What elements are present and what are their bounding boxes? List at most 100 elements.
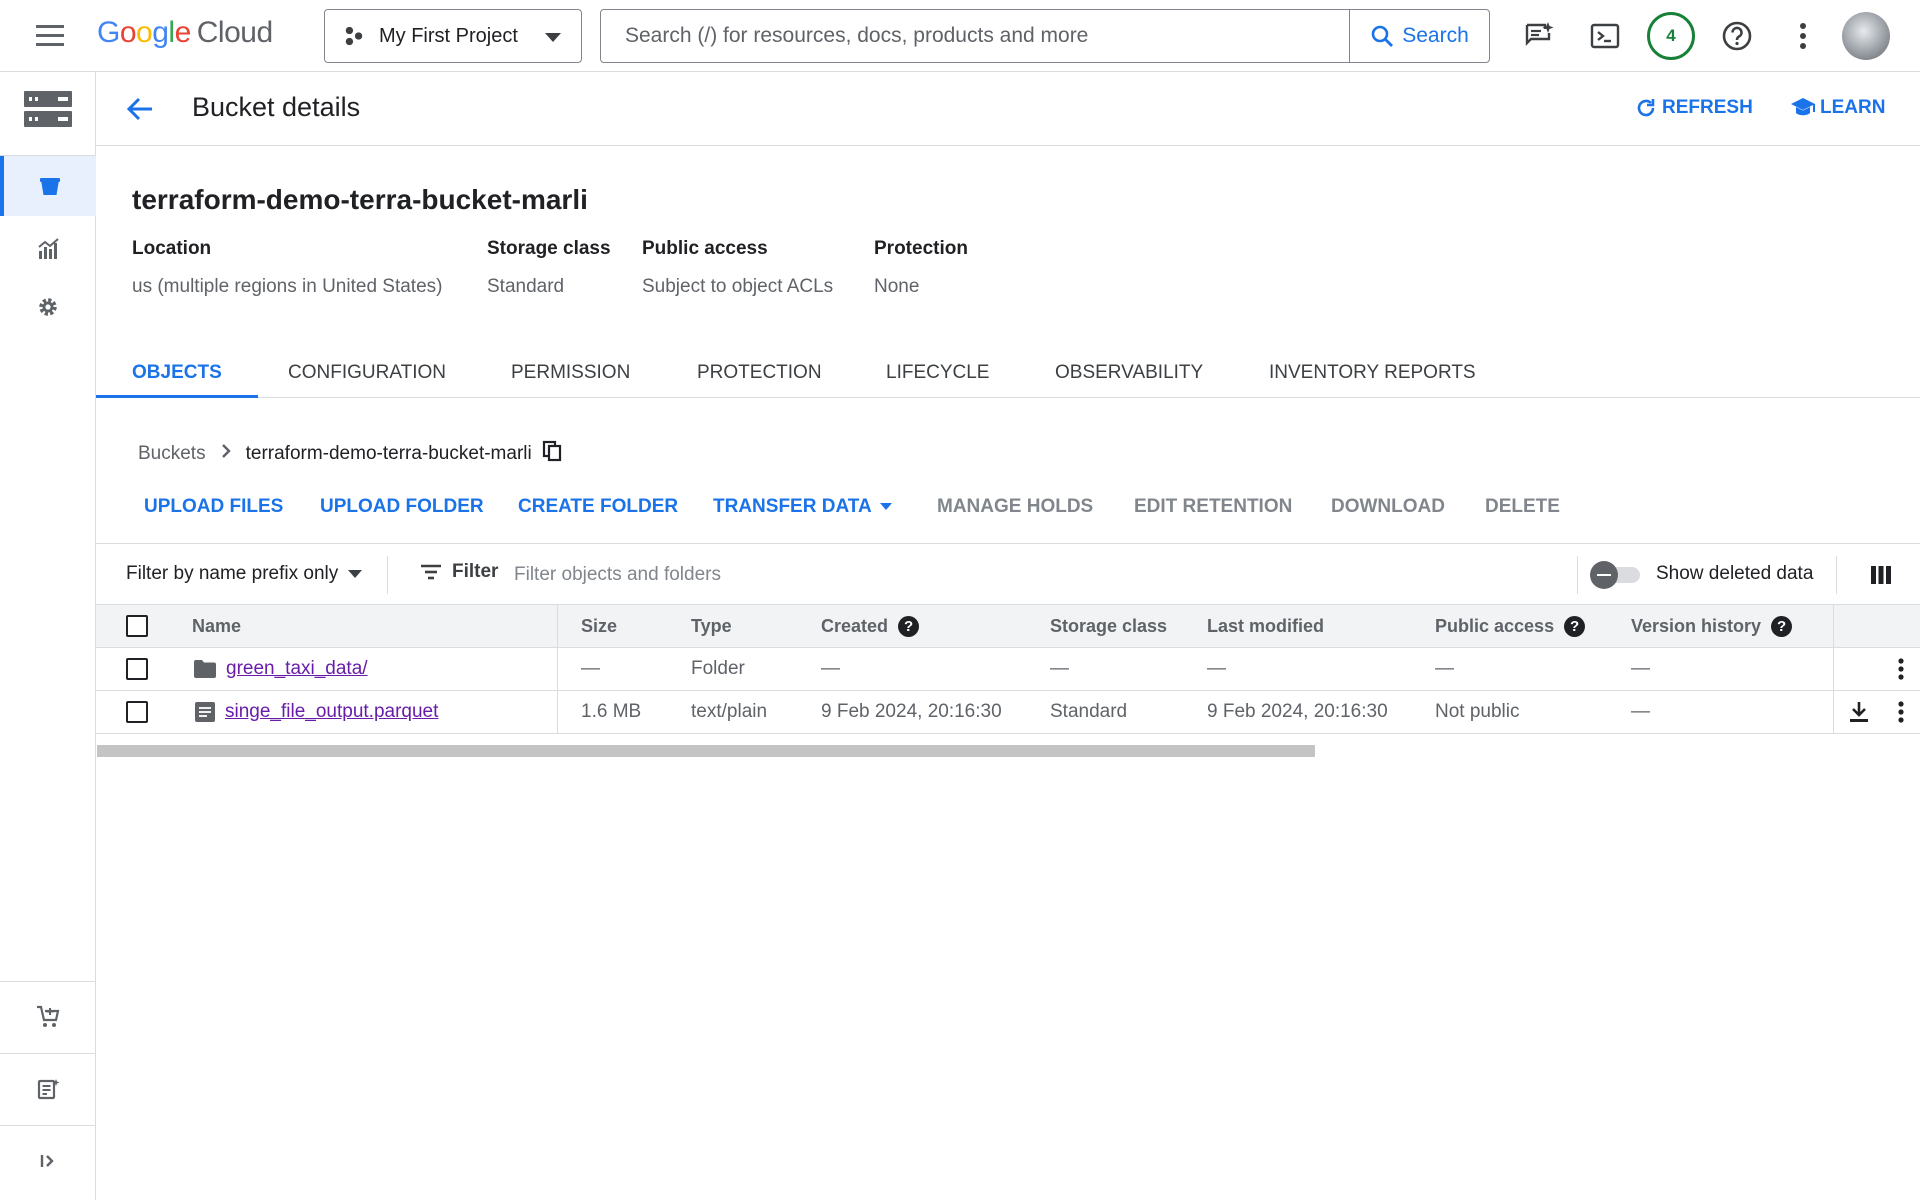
column-header-storage-class[interactable]: Storage class (1050, 605, 1167, 647)
breadcrumb-buckets-link[interactable]: Buckets (138, 443, 206, 465)
column-divider (1833, 648, 1834, 690)
filter-button[interactable]: Filter (420, 561, 498, 583)
object-name-link[interactable]: singe_file_output.parquet (225, 701, 438, 723)
search-bar: Search (600, 9, 1490, 63)
type-cell: text/plain (691, 701, 768, 722)
help-button[interactable] (1713, 12, 1761, 60)
row-checkbox[interactable] (126, 658, 148, 680)
edit-retention-button[interactable]: EDIT RETENTION (1134, 496, 1292, 518)
tab-lifecycle[interactable]: LIFECYCLE (886, 348, 989, 398)
size-cell: 1.6 MB (581, 701, 642, 722)
rail-item-marketplace[interactable] (0, 988, 96, 1046)
table-row[interactable]: singe_file_output.parquet 1.6 MB text/pl… (96, 691, 1920, 734)
row-download-button[interactable] (1844, 691, 1874, 733)
rail-item-release-notes[interactable] (0, 1060, 96, 1118)
row-checkbox-cell (126, 691, 148, 733)
refresh-icon (1637, 99, 1655, 117)
search-input[interactable] (601, 10, 1349, 62)
back-button[interactable] (122, 91, 158, 127)
tab-objects[interactable]: OBJECTS (96, 348, 258, 398)
manage-holds-button[interactable]: MANAGE HOLDS (937, 496, 1093, 518)
tab-observability[interactable]: OBSERVABILITY (1055, 348, 1203, 398)
column-header-type[interactable]: Type (691, 605, 732, 647)
size-cell: — (581, 658, 600, 679)
version-history-cell: — (1631, 658, 1650, 679)
chat-spark-icon (1525, 22, 1554, 46)
column-header-last-modified[interactable]: Last modified (1207, 605, 1324, 647)
column-divider (557, 605, 558, 647)
object-name-link[interactable]: green_taxi_data/ (226, 658, 368, 680)
chevron-down-icon (545, 33, 561, 42)
column-display-icon[interactable] (1866, 560, 1896, 590)
tab-permission[interactable]: PERMISSION (511, 348, 630, 398)
rail-product-icon-storage[interactable] (0, 82, 96, 136)
cloud-shell-button[interactable] (1581, 12, 1629, 60)
rail-item-monitoring[interactable] (0, 220, 96, 278)
learn-button[interactable]: LEARN (1790, 96, 1885, 120)
page-title: Bucket details (192, 92, 361, 122)
column-header-created[interactable]: Created? (821, 605, 920, 647)
created-cell: — (821, 658, 840, 679)
column-header-public-access[interactable]: Public access? (1435, 605, 1586, 647)
terminal-icon (1590, 23, 1620, 49)
filter-mode-select[interactable]: Filter by name prefix only (126, 563, 363, 585)
tab-protection[interactable]: PROTECTION (697, 348, 822, 398)
google-cloud-logo[interactable]: Google Cloud (97, 16, 273, 50)
row-more-button[interactable] (1886, 691, 1916, 733)
learn-label: LEARN (1820, 97, 1886, 118)
select-all-checkbox[interactable] (126, 615, 148, 637)
rail-item-buckets[interactable] (0, 156, 96, 216)
more-vert-icon (1800, 23, 1806, 49)
refresh-button[interactable]: REFRESH (1634, 96, 1753, 120)
arrow-back-icon (126, 97, 152, 121)
info-value: us (multiple regions in United States) (132, 276, 443, 297)
table-header-row: Name Size Type Created? Storage class La… (96, 605, 1920, 648)
gemini-chat-button[interactable] (1515, 12, 1563, 60)
help-icon[interactable]: ? (1771, 615, 1793, 637)
show-deleted-toggle[interactable] (1590, 561, 1642, 589)
info-protection: Protection None (874, 238, 968, 298)
transfer-data-button[interactable]: TRANSFER DATA (713, 496, 892, 518)
create-folder-button[interactable]: CREATE FOLDER (518, 496, 678, 518)
rail-divider (0, 1053, 96, 1054)
row-more-button[interactable] (1886, 648, 1916, 690)
column-header-version-history[interactable]: Version history? (1631, 605, 1793, 647)
last-modified-cell: 9 Feb 2024, 20:16:30 (1207, 701, 1388, 722)
copy-icon[interactable] (542, 440, 562, 468)
delete-button[interactable]: DELETE (1485, 496, 1560, 518)
tab-inventory-reports[interactable]: INVENTORY REPORTS (1269, 348, 1476, 398)
more-options-button[interactable] (1779, 12, 1827, 60)
tab-configuration[interactable]: CONFIGURATION (288, 348, 446, 398)
search-button[interactable]: Search (1349, 10, 1489, 62)
main-menu-icon[interactable] (30, 22, 72, 50)
column-header-size[interactable]: Size (581, 605, 617, 647)
divider (1836, 556, 1837, 594)
refresh-label: REFRESH (1662, 97, 1753, 118)
horizontal-scrollbar[interactable] (97, 745, 1315, 757)
filter-list-icon (421, 564, 441, 580)
column-header-name[interactable]: Name (192, 605, 241, 647)
bucket-icon (40, 178, 60, 195)
storage-server-icon (24, 91, 72, 127)
chevron-down-icon (348, 570, 363, 578)
filter-objects-input[interactable] (514, 558, 1154, 592)
dropdown-arrow-icon (879, 503, 892, 511)
info-value: Standard (487, 276, 565, 297)
rail-expand-button[interactable] (0, 1132, 96, 1190)
version-history-cell: — (1631, 701, 1650, 722)
table-row[interactable]: green_taxi_data/ — Folder — — — — — (96, 648, 1920, 691)
name-cell: singe_file_output.parquet (195, 691, 438, 733)
account-avatar[interactable] (1842, 12, 1890, 60)
row-checkbox[interactable] (126, 701, 148, 723)
help-icon[interactable]: ? (898, 615, 920, 637)
notifications-button[interactable]: 4 (1647, 12, 1695, 60)
more-vert-icon (1898, 701, 1904, 723)
upload-files-button[interactable]: UPLOAD FILES (144, 496, 283, 518)
help-icon[interactable]: ? (1564, 615, 1586, 637)
rail-item-settings[interactable] (0, 278, 96, 336)
filter-label: Filter (452, 561, 499, 582)
upload-folder-button[interactable]: UPLOAD FOLDER (320, 496, 484, 518)
folder-icon (194, 660, 216, 678)
download-button[interactable]: DOWNLOAD (1331, 496, 1445, 518)
project-picker-button[interactable]: My First Project (324, 9, 582, 63)
